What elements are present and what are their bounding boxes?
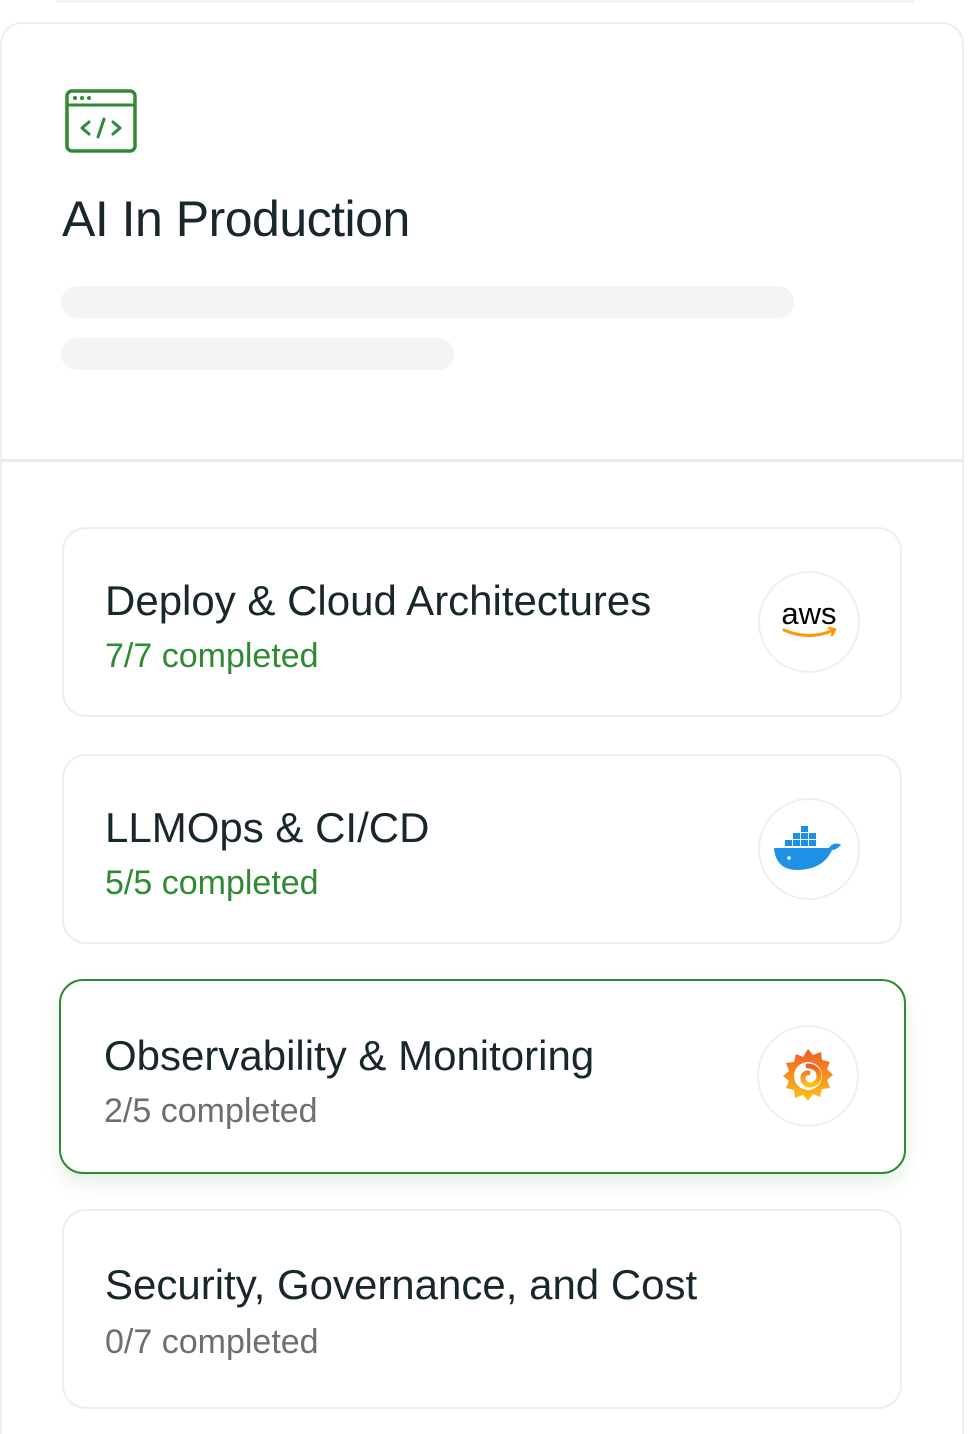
module-title: Deploy & Cloud Architectures	[105, 577, 652, 624]
module-card-llmops[interactable]: LLMOps & CI/CD 5/5 completed	[62, 754, 902, 944]
course-title: AI In Production	[62, 191, 410, 247]
module-card-observability[interactable]: Observability & Monitoring 2/5 completed	[59, 979, 906, 1174]
page: AI In Production Deploy & Cloud Architec…	[0, 0, 968, 1434]
section-divider	[2, 459, 964, 462]
module-title: Security, Governance, and Cost	[105, 1261, 698, 1308]
aws-logo-mark: aws	[781, 597, 837, 637]
docker-logo-icon	[758, 798, 860, 900]
module-progress: 2/5 completed	[104, 1092, 318, 1130]
module-title: LLMOps & CI/CD	[105, 804, 430, 851]
grafana-logo-icon	[757, 1025, 859, 1127]
aws-logo-icon: aws	[758, 571, 860, 673]
module-title: Observability & Monitoring	[104, 1032, 595, 1079]
docker-whale-mark	[774, 826, 841, 870]
module-card-deploy-cloud[interactable]: Deploy & Cloud Architectures 7/7 complet…	[62, 527, 902, 717]
description-placeholder-line	[61, 286, 794, 318]
top-edge-line	[56, 0, 914, 3]
module-progress: 7/7 completed	[105, 637, 319, 675]
module-progress: 0/7 completed	[105, 1323, 319, 1361]
code-window-icon	[65, 89, 137, 153]
grafana-swirl-mark	[783, 1049, 833, 1101]
aws-logo-text: aws	[781, 597, 836, 631]
module-progress: 5/5 completed	[105, 864, 319, 902]
module-card-security[interactable]: Security, Governance, and Cost 0/7 compl…	[62, 1209, 902, 1409]
description-placeholder-line	[61, 338, 454, 370]
